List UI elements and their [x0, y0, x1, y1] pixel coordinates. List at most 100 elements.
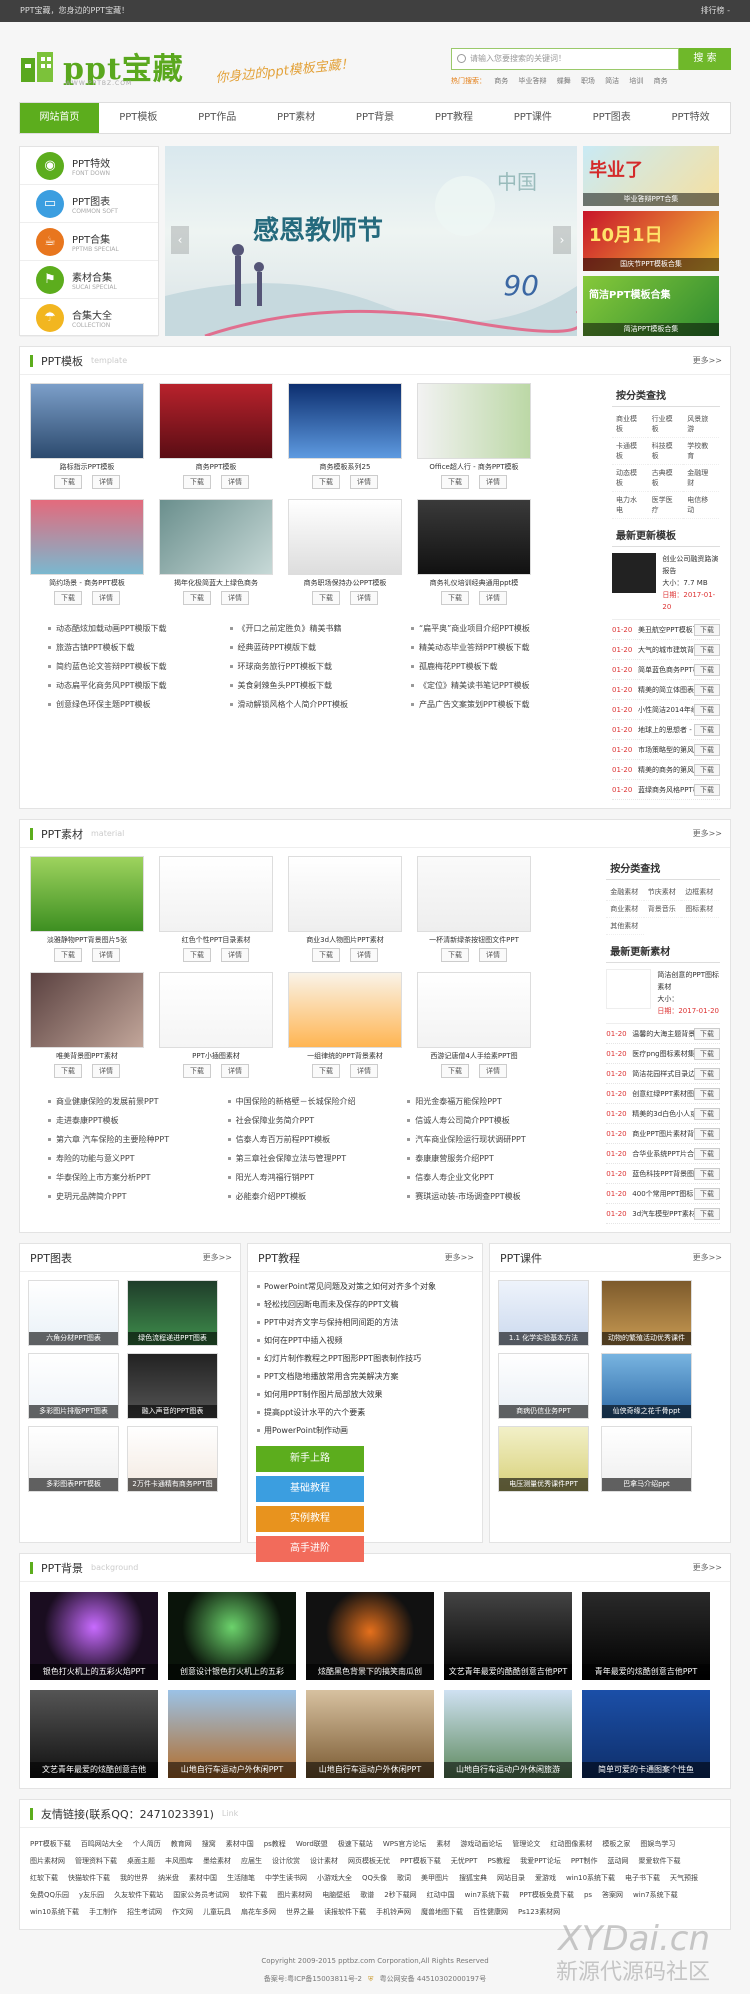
friend-link[interactable]: 极速下载站 — [338, 1836, 373, 1853]
hot-word[interactable]: 培训 — [629, 77, 643, 85]
row-name[interactable]: 3d汽车模型PPT素材 — [632, 1209, 694, 1219]
row-download-button[interactable]: 下载 — [694, 1107, 720, 1120]
download-row[interactable]: 01-20 美丑航空PPT模板下 下载 — [612, 620, 720, 640]
friend-link[interactable]: 个人简历 — [133, 1836, 161, 1853]
template-card[interactable]: 商务职场保持办公PPT模板 下载 详情 — [288, 499, 402, 605]
card-thumbnail[interactable] — [288, 383, 402, 459]
nav-ppt-effects[interactable]: PPT特效 — [651, 103, 730, 133]
category-link[interactable]: 动态模板 — [612, 465, 648, 492]
row-name[interactable]: 精美的商务的第风 — [638, 765, 694, 775]
nav-ppt-backgrounds[interactable]: PPT背景 — [336, 103, 415, 133]
category-link[interactable]: 卡通模板 — [612, 438, 648, 465]
friend-link[interactable]: 爱游戏 — [535, 1870, 556, 1887]
list-link[interactable]: 泰康康营服务介绍PPT — [407, 1149, 587, 1168]
card-thumbnail[interactable] — [30, 499, 144, 575]
download-button[interactable]: 下载 — [183, 1064, 211, 1078]
friend-link[interactable]: WPS官方论坛 — [383, 1836, 427, 1853]
background-card[interactable]: 山地自行车运动户外休闲PPT — [168, 1690, 296, 1778]
background-card[interactable]: 青年最爱的炫酷创意吉他PPT — [582, 1592, 710, 1680]
friend-link[interactable]: 素材 — [436, 1836, 450, 1853]
detail-button[interactable]: 详情 — [221, 475, 249, 489]
friend-link[interactable]: PPT模板下载 — [30, 1836, 71, 1853]
category-link[interactable]: 边框素材 — [681, 884, 719, 901]
detail-button[interactable]: 详情 — [350, 948, 378, 962]
friend-link[interactable]: 图娱鸟学习 — [640, 1836, 675, 1853]
detail-button[interactable]: 详情 — [92, 1064, 120, 1078]
search-button[interactable]: 搜 索 — [679, 48, 731, 70]
card-thumbnail[interactable] — [159, 383, 273, 459]
tutorial-link[interactable]: 如何在PPT中插入视频 — [256, 1332, 474, 1350]
friend-link[interactable]: 软件下载 — [239, 1887, 267, 1904]
download-row[interactable]: 01-20 小性简洁2014年经 下载 — [612, 700, 720, 720]
tutorial-link[interactable]: 幻灯片制作教程之PPT图形PPT图表制作技巧 — [256, 1350, 474, 1368]
category-link[interactable]: 电信移动 — [683, 492, 719, 519]
background-card[interactable]: 文艺青年最爱的炫酷创意吉他 — [30, 1690, 158, 1778]
row-download-button[interactable]: 下载 — [694, 1027, 720, 1040]
template-card[interactable]: 一杯清新绿茶按钮图文件PPT 下载 详情 — [417, 856, 531, 962]
friend-link[interactable]: 美甲图片 — [421, 1870, 449, 1887]
friend-link[interactable]: 手工制作 — [89, 1904, 117, 1921]
nav-home[interactable]: 网站首页 — [20, 103, 99, 133]
download-row[interactable]: 01-20 市场策略型的第风风下载 — [612, 740, 720, 760]
detail-button[interactable]: 详情 — [92, 591, 120, 605]
detail-button[interactable]: 详情 — [479, 591, 507, 605]
template-card[interactable]: 商务PPT模板 下载 详情 — [159, 383, 273, 489]
friend-link[interactable]: 素材中国 — [189, 1870, 217, 1887]
download-row[interactable]: 01-20 地球上的思想者 - 下载 — [612, 720, 720, 740]
download-row[interactable]: 01-20 3d汽车模型PPT素材 下载 — [606, 1204, 720, 1224]
category-link[interactable]: 医学医疗 — [647, 492, 684, 519]
thumb-card[interactable]: 六角分材PPT图表 — [28, 1280, 119, 1346]
side-category-item[interactable]: ◉ PPT特效 FONT DOWN — [20, 147, 158, 185]
category-link[interactable]: 学校教育 — [683, 438, 719, 465]
row-download-button[interactable]: 下载 — [694, 623, 720, 636]
friend-link[interactable]: 百性健康网 — [473, 1904, 508, 1921]
list-link[interactable]: 《开口之前定胜负》精美书籍 — [229, 619, 412, 638]
template-card[interactable]: 西游记唐僧4人手绘素PPT图 下载 详情 — [417, 972, 531, 1078]
row-download-button[interactable]: 下载 — [694, 1047, 720, 1060]
list-link[interactable]: 动态酷炫加载动画PPT模版下载 — [48, 619, 230, 638]
list-link[interactable]: 旅游古镇PPT模板下载 — [48, 638, 230, 657]
police-record[interactable]: 粤公网安备 44510302000197号 — [380, 1975, 487, 1983]
detail-button[interactable]: 详情 — [221, 948, 249, 962]
friend-link[interactable]: QQ头像 — [362, 1870, 387, 1887]
row-download-button[interactable]: 下载 — [694, 783, 720, 796]
list-link[interactable]: 第六章 汽车保险的主要险种PPT — [48, 1130, 228, 1149]
nav-ppt-charts[interactable]: PPT图表 — [572, 103, 651, 133]
friend-link[interactable]: 管理资料下载 — [75, 1853, 117, 1870]
row-name[interactable]: 合华业系统PPT片合辑 — [632, 1149, 694, 1159]
friend-link[interactable]: 世界之最 — [286, 1904, 314, 1921]
thumb-card[interactable]: 商病仍信业务PPT — [498, 1353, 589, 1419]
promo-thumb[interactable]: 10月1日 国庆节PPT模板合集 — [583, 211, 719, 271]
download-button[interactable]: 下载 — [54, 591, 82, 605]
row-name[interactable]: 蓝色科技PPT背景图 — [632, 1169, 694, 1179]
download-row[interactable]: 01-20 简洁花园样式目录边 下载 — [606, 1064, 720, 1084]
list-link[interactable]: 《定位》精美读书笔记PPT模板 — [411, 676, 593, 695]
side-category-item[interactable]: ☕ PPT合集 PPTMB SPECIAL — [20, 223, 158, 261]
category-link[interactable]: 科技模板 — [647, 438, 684, 465]
card-thumbnail[interactable] — [417, 499, 531, 575]
more-link[interactable]: 更多>> — [693, 828, 722, 839]
background-card[interactable]: 简单可爱的卡通图案个性鱼 — [582, 1690, 710, 1778]
category-link[interactable]: 商业模板 — [612, 411, 648, 438]
category-link[interactable]: 行业模板 — [647, 411, 684, 438]
background-card[interactable]: 银色打火机上的五彩火焰PPT — [30, 1592, 158, 1680]
list-link[interactable]: 美食剁辣鱼头PPT模板下载 — [229, 676, 412, 695]
detail-button[interactable]: 详情 — [92, 475, 120, 489]
list-link[interactable]: 孤鹿梅花PPT模板下载 — [411, 657, 593, 676]
friend-link[interactable]: PS教程 — [487, 1853, 510, 1870]
background-card[interactable]: 山地自行车运动户外休闲旅游 — [444, 1690, 572, 1778]
friend-link[interactable]: 设计欣赏 — [272, 1853, 300, 1870]
list-link[interactable]: 阳光人寿鸿福行销PPT — [227, 1168, 408, 1187]
list-link[interactable]: 走进泰康PPT模板 — [48, 1111, 228, 1130]
row-download-button[interactable]: 下载 — [694, 703, 720, 716]
card-thumbnail[interactable] — [159, 499, 273, 575]
template-card[interactable]: 简约场景 - 商务PPT模板 下载 详情 — [30, 499, 144, 605]
friend-link[interactable]: Ps123素材网 — [518, 1904, 560, 1921]
category-link[interactable]: 背景音乐 — [643, 901, 682, 918]
card-thumbnail[interactable] — [30, 383, 144, 459]
card-thumbnail[interactable] — [417, 383, 531, 459]
row-name[interactable]: 简洁花园样式目录边 — [632, 1069, 694, 1079]
nav-ppt-courseware[interactable]: PPT课件 — [493, 103, 572, 133]
download-row[interactable]: 01-20 合华业系统PPT片合辑下载 — [606, 1144, 720, 1164]
tutorial-link[interactable]: 用PowerPoint制作动画 — [256, 1422, 474, 1440]
